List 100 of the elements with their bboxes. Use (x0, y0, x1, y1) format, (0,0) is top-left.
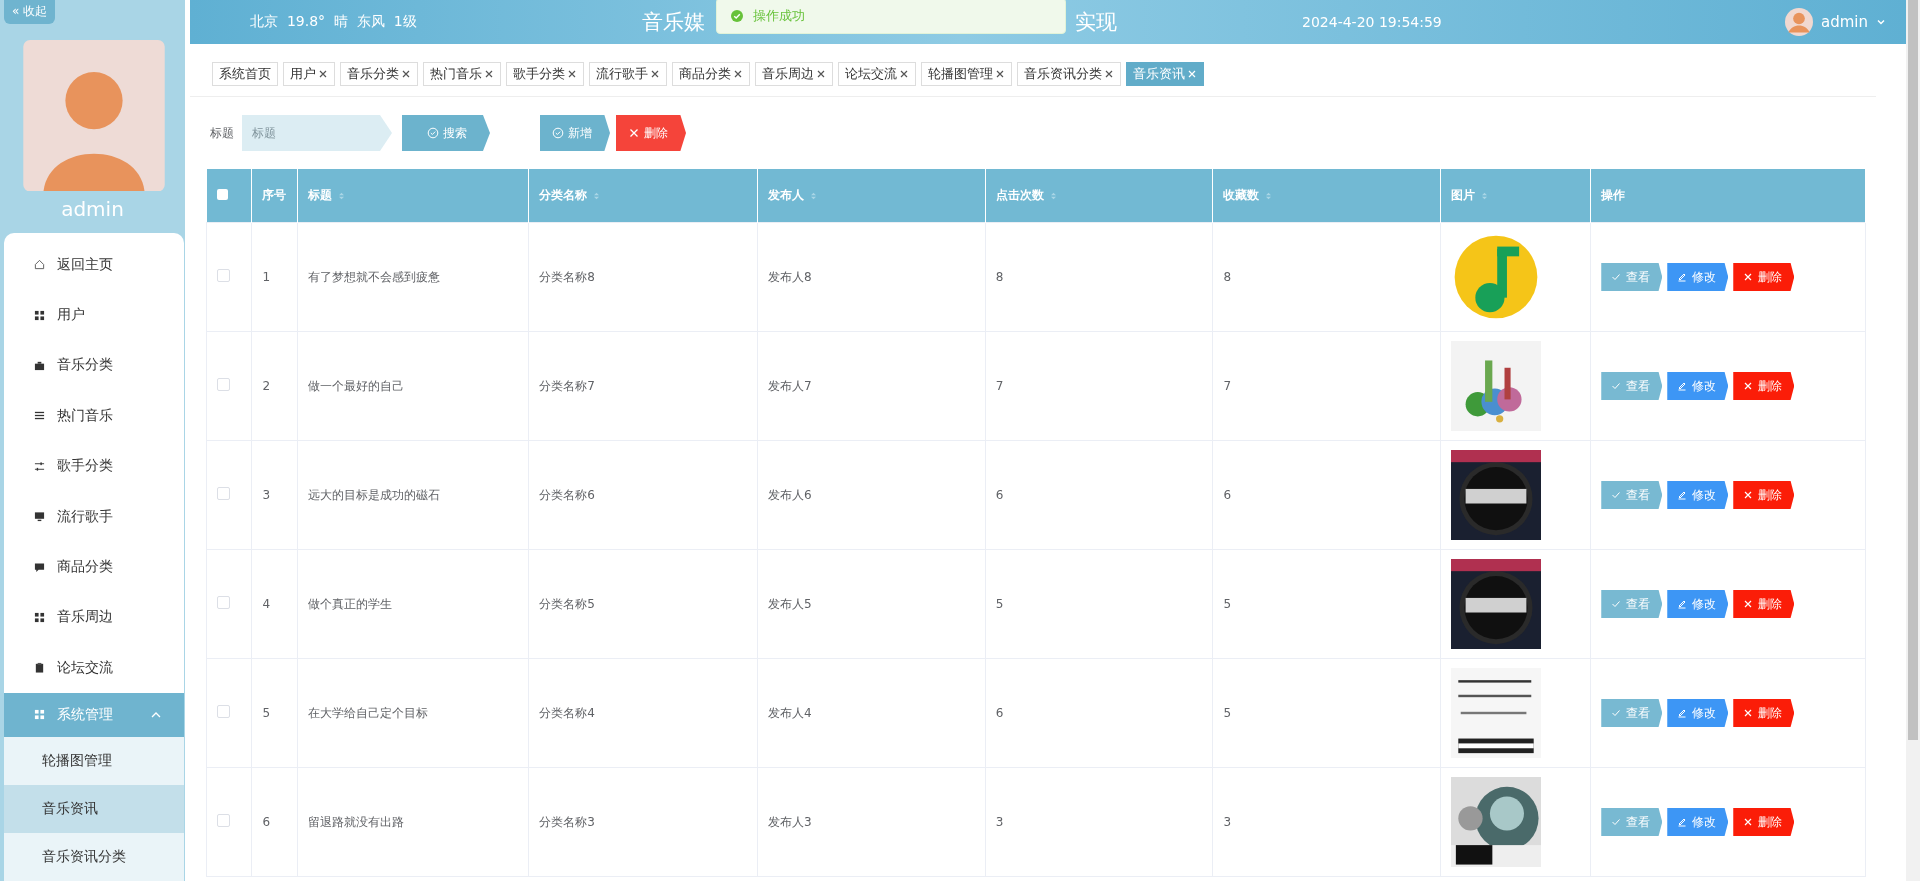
close-icon[interactable] (899, 69, 909, 79)
table-cell: 6 (251, 767, 298, 877)
sort-icon[interactable] (809, 190, 817, 201)
close-icon[interactable] (650, 69, 660, 79)
table-cell: 5 (1212, 658, 1441, 768)
close-icon[interactable] (567, 69, 577, 79)
select-all-checkbox[interactable] (216, 188, 228, 200)
edit-button[interactable]: 修改 (1667, 481, 1729, 509)
title-input[interactable]: 标题 (242, 115, 392, 151)
page-tab[interactable]: 音乐资讯分类 (1017, 62, 1121, 86)
menu-item[interactable]: 音乐分类 (4, 340, 184, 391)
close-icon[interactable] (733, 69, 743, 79)
menu-item[interactable]: 流行歌手 (4, 491, 184, 542)
column-header[interactable]: 图片 (1440, 169, 1591, 223)
table-cell: 分类名称5 (528, 549, 758, 659)
column-header[interactable]: 序号 (251, 169, 298, 223)
delete-button[interactable]: 删除 (1733, 590, 1795, 618)
view-button[interactable]: 查看 (1601, 590, 1663, 618)
check-icon (1611, 272, 1622, 282)
delete-button[interactable]: 删除 (1733, 263, 1795, 291)
row-checkbox[interactable] (217, 378, 230, 391)
row-checkbox[interactable] (217, 269, 230, 282)
row-checkbox[interactable] (217, 487, 230, 500)
table-cell: 发布人6 (757, 440, 986, 550)
view-button[interactable]: 查看 (1601, 372, 1663, 400)
check-icon (1611, 381, 1622, 391)
table-cell: 1 (251, 222, 298, 332)
menu-item[interactable]: 歌手分类 (4, 441, 184, 492)
sort-icon[interactable] (338, 190, 346, 201)
table-cell: 发布人5 (757, 549, 986, 659)
edit-button[interactable]: 修改 (1667, 372, 1729, 400)
menu-item[interactable]: 热门音乐 (4, 390, 184, 442)
page-tab[interactable]: 商品分类 (672, 62, 750, 86)
page-tab[interactable]: 音乐分类 (340, 62, 418, 86)
view-button[interactable]: 查看 (1601, 263, 1663, 291)
menu-item[interactable]: 用户 (4, 289, 184, 341)
edit-button[interactable]: 修改 (1667, 263, 1729, 291)
menu-item[interactable]: 论坛交流 (4, 642, 184, 693)
column-header[interactable]: 发布人 (757, 169, 986, 223)
sort-icon[interactable] (1265, 190, 1273, 201)
view-button[interactable]: 查看 (1601, 481, 1663, 509)
row-checkbox[interactable] (217, 596, 230, 609)
edit-button[interactable]: 修改 (1667, 699, 1729, 727)
collapse-button[interactable]: « 收起 (4, 0, 56, 24)
page-tab[interactable]: 音乐资讯 (1126, 62, 1204, 86)
delete-button[interactable]: 删除 (616, 115, 686, 151)
table-cell: 6 (985, 658, 1213, 768)
menu-group[interactable]: 系统管理 (4, 693, 184, 737)
page-tab[interactable]: 论坛交流 (838, 62, 916, 86)
column-header[interactable]: 收藏数 (1212, 169, 1441, 223)
table-cell: 分类名称4 (528, 658, 758, 768)
menu-item[interactable]: 返回主页 (4, 239, 184, 290)
page-tab[interactable]: 轮播图管理 (921, 62, 1012, 86)
monitor-icon (34, 511, 45, 523)
add-button[interactable]: 新增 (540, 115, 610, 151)
menu-item[interactable]: 商品分类 (4, 541, 184, 593)
scrollbar[interactable] (1906, 0, 1920, 881)
table-cell: 3 (1212, 767, 1441, 877)
view-button[interactable]: 查看 (1601, 699, 1663, 727)
column-header[interactable]: 标题 (297, 169, 529, 223)
column-header[interactable]: 操作 (1590, 169, 1866, 223)
close-icon[interactable] (401, 69, 411, 79)
pencil-icon (1677, 817, 1688, 827)
close-icon[interactable] (318, 69, 328, 79)
close-icon[interactable] (816, 69, 826, 79)
sort-icon[interactable] (1049, 190, 1057, 201)
table-cell: 发布人3 (757, 767, 986, 877)
success-icon (731, 10, 743, 22)
sort-icon[interactable] (1481, 190, 1489, 201)
column-header[interactable]: 点击次数 (985, 169, 1213, 223)
delete-button[interactable]: 删除 (1733, 699, 1795, 727)
delete-button[interactable]: 删除 (1733, 372, 1795, 400)
page-tab[interactable]: 热门音乐 (423, 62, 501, 86)
delete-button[interactable]: 删除 (1733, 481, 1795, 509)
submenu-item[interactable]: 音乐资讯 (4, 785, 184, 833)
menu-item[interactable]: 音乐周边 (4, 592, 184, 643)
close-icon[interactable] (484, 69, 494, 79)
page-tab[interactable]: 系统首页 (212, 62, 278, 86)
search-button[interactable]: 搜索 (402, 115, 490, 151)
close-icon[interactable] (1104, 69, 1114, 79)
user-name: admin (60, 197, 125, 222)
row-checkbox[interactable] (217, 814, 230, 827)
submenu-item[interactable]: 音乐资讯分类 (4, 833, 184, 881)
delete-button[interactable]: 删除 (1733, 808, 1795, 836)
page-tab[interactable]: 歌手分类 (506, 62, 584, 86)
page-tab[interactable]: 流行歌手 (589, 62, 667, 86)
close-icon[interactable] (995, 69, 1005, 79)
submenu-item[interactable]: 轮播图管理 (4, 737, 184, 785)
page-tab[interactable]: 音乐周边 (755, 62, 833, 86)
page-tab[interactable]: 用户 (283, 62, 335, 86)
sort-icon[interactable] (593, 190, 601, 201)
edit-button[interactable]: 修改 (1667, 808, 1729, 836)
edit-button[interactable]: 修改 (1667, 590, 1729, 618)
view-button[interactable]: 查看 (1601, 808, 1663, 836)
check-icon (1611, 490, 1622, 500)
row-checkbox[interactable] (217, 705, 230, 718)
home-icon (34, 259, 45, 271)
pencil-icon (1677, 490, 1688, 500)
column-header[interactable]: 分类名称 (528, 169, 758, 223)
user-menu[interactable]: admin (1785, 8, 1886, 36)
